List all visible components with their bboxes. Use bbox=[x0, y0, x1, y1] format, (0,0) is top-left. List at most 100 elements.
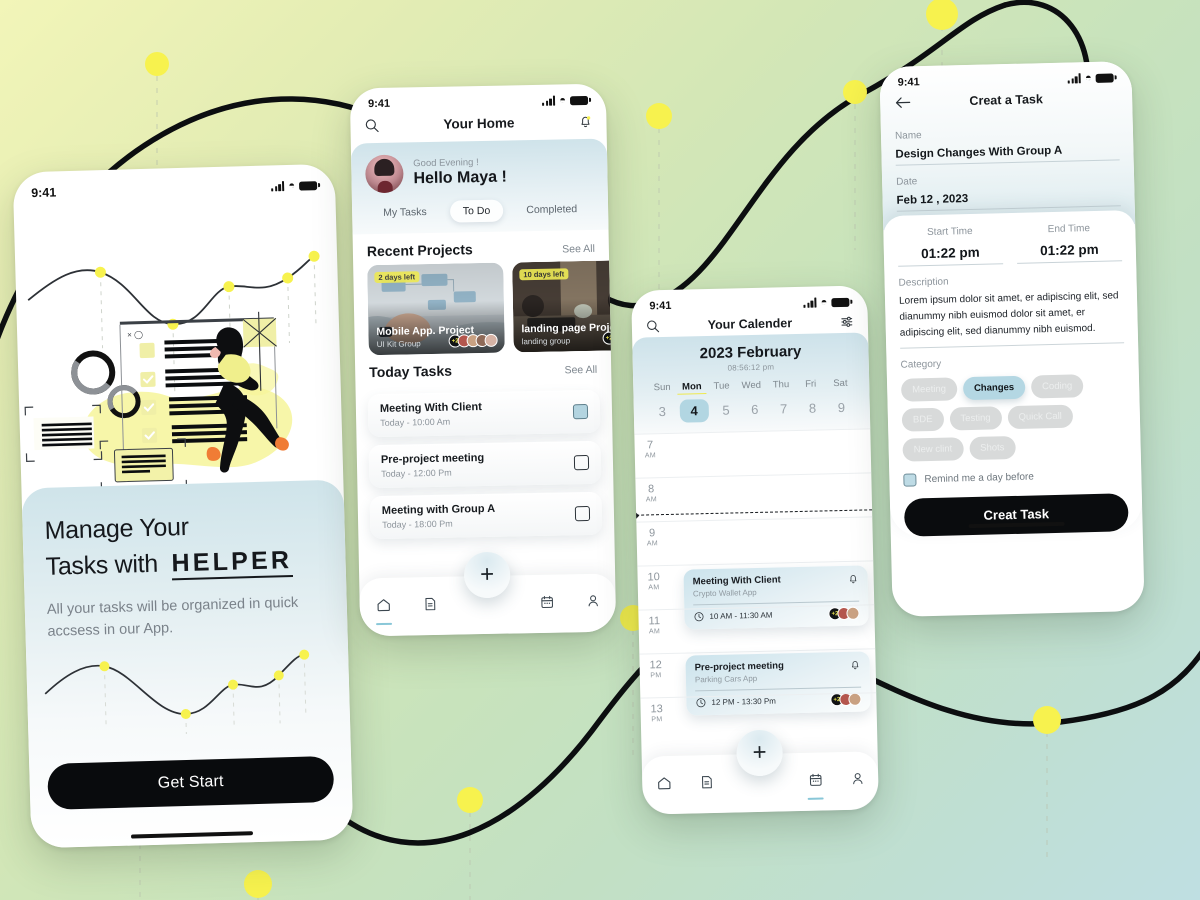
date-cell[interactable]: 8 bbox=[798, 396, 827, 420]
event-subtitle: Crypto Wallet App bbox=[692, 587, 757, 599]
task-row[interactable]: Meeting with Group A Today - 18:00 Pm bbox=[369, 491, 603, 540]
date-cell[interactable]: 5 bbox=[711, 398, 740, 422]
see-all-projects-link[interactable]: See All bbox=[562, 243, 595, 256]
task-name: Pre-project meeting bbox=[380, 451, 485, 466]
page-title: Creat a Task bbox=[969, 92, 1044, 108]
category-pill-bde[interactable]: BDE bbox=[901, 407, 944, 432]
date-cell-selected[interactable]: 4 bbox=[679, 399, 709, 423]
project-card[interactable]: 2 days left Mobile App. Project UI Kit G… bbox=[367, 262, 505, 356]
nav-profile-button[interactable] bbox=[850, 770, 865, 791]
date-cell[interactable]: 9 bbox=[827, 396, 856, 420]
document-icon bbox=[424, 597, 435, 610]
task-filter-tabs: My Tasks To Do Completed bbox=[366, 189, 595, 226]
nav-documents-button[interactable] bbox=[422, 595, 437, 616]
nav-calendar-button[interactable] bbox=[539, 593, 554, 614]
category-pill-quick-call[interactable]: Quick Call bbox=[1007, 404, 1074, 429]
weekday-tue[interactable]: Tue bbox=[707, 380, 737, 394]
get-start-button[interactable]: Get Start bbox=[47, 755, 335, 810]
member-avatar-stack[interactable]: +2 bbox=[602, 331, 611, 345]
hour-row: 10 AM Meeting With Client Crypto Wallet A… bbox=[637, 560, 875, 630]
category-pill-meeting[interactable]: Meeting bbox=[900, 376, 958, 402]
bell-icon[interactable] bbox=[849, 659, 860, 671]
category-pill-testing[interactable]: Testing bbox=[949, 405, 1002, 431]
create-task-sheet: Start Time 01:22 pm End Time 01:22 pm De… bbox=[882, 209, 1143, 537]
recent-projects-list[interactable]: 2 days left Mobile App. Project UI Kit G… bbox=[353, 260, 611, 356]
event-subtitle: Parking Cars App bbox=[694, 673, 758, 685]
project-card[interactable]: 10 days left landing page Project landin… bbox=[512, 260, 611, 353]
nav-home-button[interactable] bbox=[375, 596, 391, 617]
task-row[interactable]: Meeting With Client Today - 10:00 Am bbox=[367, 389, 601, 438]
hour-label: 12 PM bbox=[649, 659, 662, 679]
status-time: 9:41 bbox=[31, 185, 57, 201]
bell-icon[interactable] bbox=[848, 573, 859, 585]
phone-home-screen: 9:41 ◓ Your Home Good Evening ! Hello Ma… bbox=[349, 83, 617, 637]
tab-completed[interactable]: Completed bbox=[513, 198, 590, 221]
filter-icon[interactable] bbox=[840, 315, 854, 329]
category-pill-coding[interactable]: Coding bbox=[1030, 373, 1084, 399]
category-label: Category bbox=[900, 358, 942, 371]
weekday-mon[interactable]: Mon bbox=[676, 381, 707, 395]
calendar-icon bbox=[540, 595, 553, 608]
hour-label: 8 AM bbox=[645, 483, 658, 504]
onboarding-panel: Manage Your Tasks with HELPER All your t… bbox=[21, 479, 354, 849]
date-cell[interactable]: 6 bbox=[740, 398, 769, 422]
nav-profile-button[interactable] bbox=[585, 592, 600, 613]
category-pill-group: Meeting Changes Coding BDE Testing Quick… bbox=[900, 373, 1127, 462]
category-pill-shots[interactable]: Shots bbox=[968, 435, 1016, 460]
calendar-hour-grid[interactable]: 7 AM 8 AM 9 AM 10 AM Meeting With Client Cry… bbox=[634, 428, 878, 742]
hour-row: 8 AM bbox=[635, 472, 873, 522]
task-checkbox[interactable] bbox=[574, 505, 591, 522]
create-task-button[interactable]: Creat Task bbox=[903, 492, 1129, 537]
end-time-input[interactable]: 01:22 pm bbox=[1016, 233, 1123, 264]
description-input[interactable]: Lorem ipsum dolor sit amet, er adipiscin… bbox=[898, 283, 1125, 349]
task-name: Meeting with Group A bbox=[381, 502, 496, 517]
recent-projects-header: Recent Projects See All bbox=[353, 230, 610, 266]
weekday-sun[interactable]: Sun bbox=[647, 382, 677, 396]
search-icon[interactable] bbox=[364, 118, 379, 133]
task-row[interactable]: Pre-project meeting Today - 12:00 Pm bbox=[368, 440, 602, 489]
weekday-thu[interactable]: Thu bbox=[766, 379, 796, 393]
nav-home-button[interactable] bbox=[656, 774, 672, 795]
hour-label: 10 AM bbox=[647, 571, 660, 591]
hour-row: 7 AM bbox=[634, 428, 872, 478]
category-pill-new-clint[interactable]: New clint bbox=[902, 436, 964, 462]
home-header: Your Home bbox=[350, 106, 606, 138]
member-avatar-stack[interactable]: +2 bbox=[448, 333, 498, 348]
task-checkbox[interactable] bbox=[572, 403, 589, 420]
weekday-wed[interactable]: Wed bbox=[736, 380, 766, 394]
status-time: 9:41 bbox=[649, 299, 672, 313]
remind-row[interactable]: Remind me a day before bbox=[903, 468, 1127, 487]
page-title: Your Calender bbox=[707, 316, 793, 333]
tab-my-tasks[interactable]: My Tasks bbox=[370, 201, 440, 224]
hour-row: 9 AM bbox=[636, 516, 874, 566]
date-input[interactable]: Feb 12 , 2023 bbox=[896, 182, 1121, 212]
category-pill-changes[interactable]: Changes bbox=[962, 375, 1026, 400]
avatar[interactable] bbox=[365, 154, 404, 194]
weekday-sat[interactable]: Sat bbox=[825, 378, 855, 392]
nav-documents-button[interactable] bbox=[699, 773, 714, 794]
start-time-input[interactable]: 01:22 pm bbox=[897, 236, 1004, 267]
battery-icon bbox=[569, 95, 589, 105]
task-checkbox[interactable] bbox=[573, 454, 590, 471]
name-input[interactable]: Design Changes With Group A bbox=[895, 136, 1120, 166]
task-name: Meeting With Client bbox=[379, 401, 482, 415]
date-cell[interactable]: 3 bbox=[648, 400, 677, 424]
current-time-indicator bbox=[636, 509, 873, 516]
date-cell[interactable]: 7 bbox=[769, 397, 798, 421]
remind-checkbox[interactable] bbox=[903, 472, 917, 487]
onboarding-wave-chart bbox=[44, 649, 310, 735]
bell-icon[interactable] bbox=[578, 114, 592, 129]
search-icon[interactable] bbox=[646, 319, 660, 333]
home-icon bbox=[377, 598, 390, 611]
status-time: 9:41 bbox=[367, 97, 391, 111]
create-task-header: Creat a Task bbox=[880, 83, 1133, 120]
weekday-fri[interactable]: Fri bbox=[796, 378, 826, 392]
document-icon bbox=[701, 775, 712, 788]
nav-calendar-button[interactable] bbox=[808, 771, 823, 792]
divider bbox=[695, 686, 862, 692]
hour-row: 11 AM bbox=[638, 604, 876, 654]
svg-text:× ◯: × ◯ bbox=[127, 330, 143, 339]
see-all-tasks-link[interactable]: See All bbox=[564, 364, 597, 377]
tab-to-do[interactable]: To Do bbox=[449, 199, 504, 223]
extra-members-badge: +2 bbox=[602, 331, 611, 345]
